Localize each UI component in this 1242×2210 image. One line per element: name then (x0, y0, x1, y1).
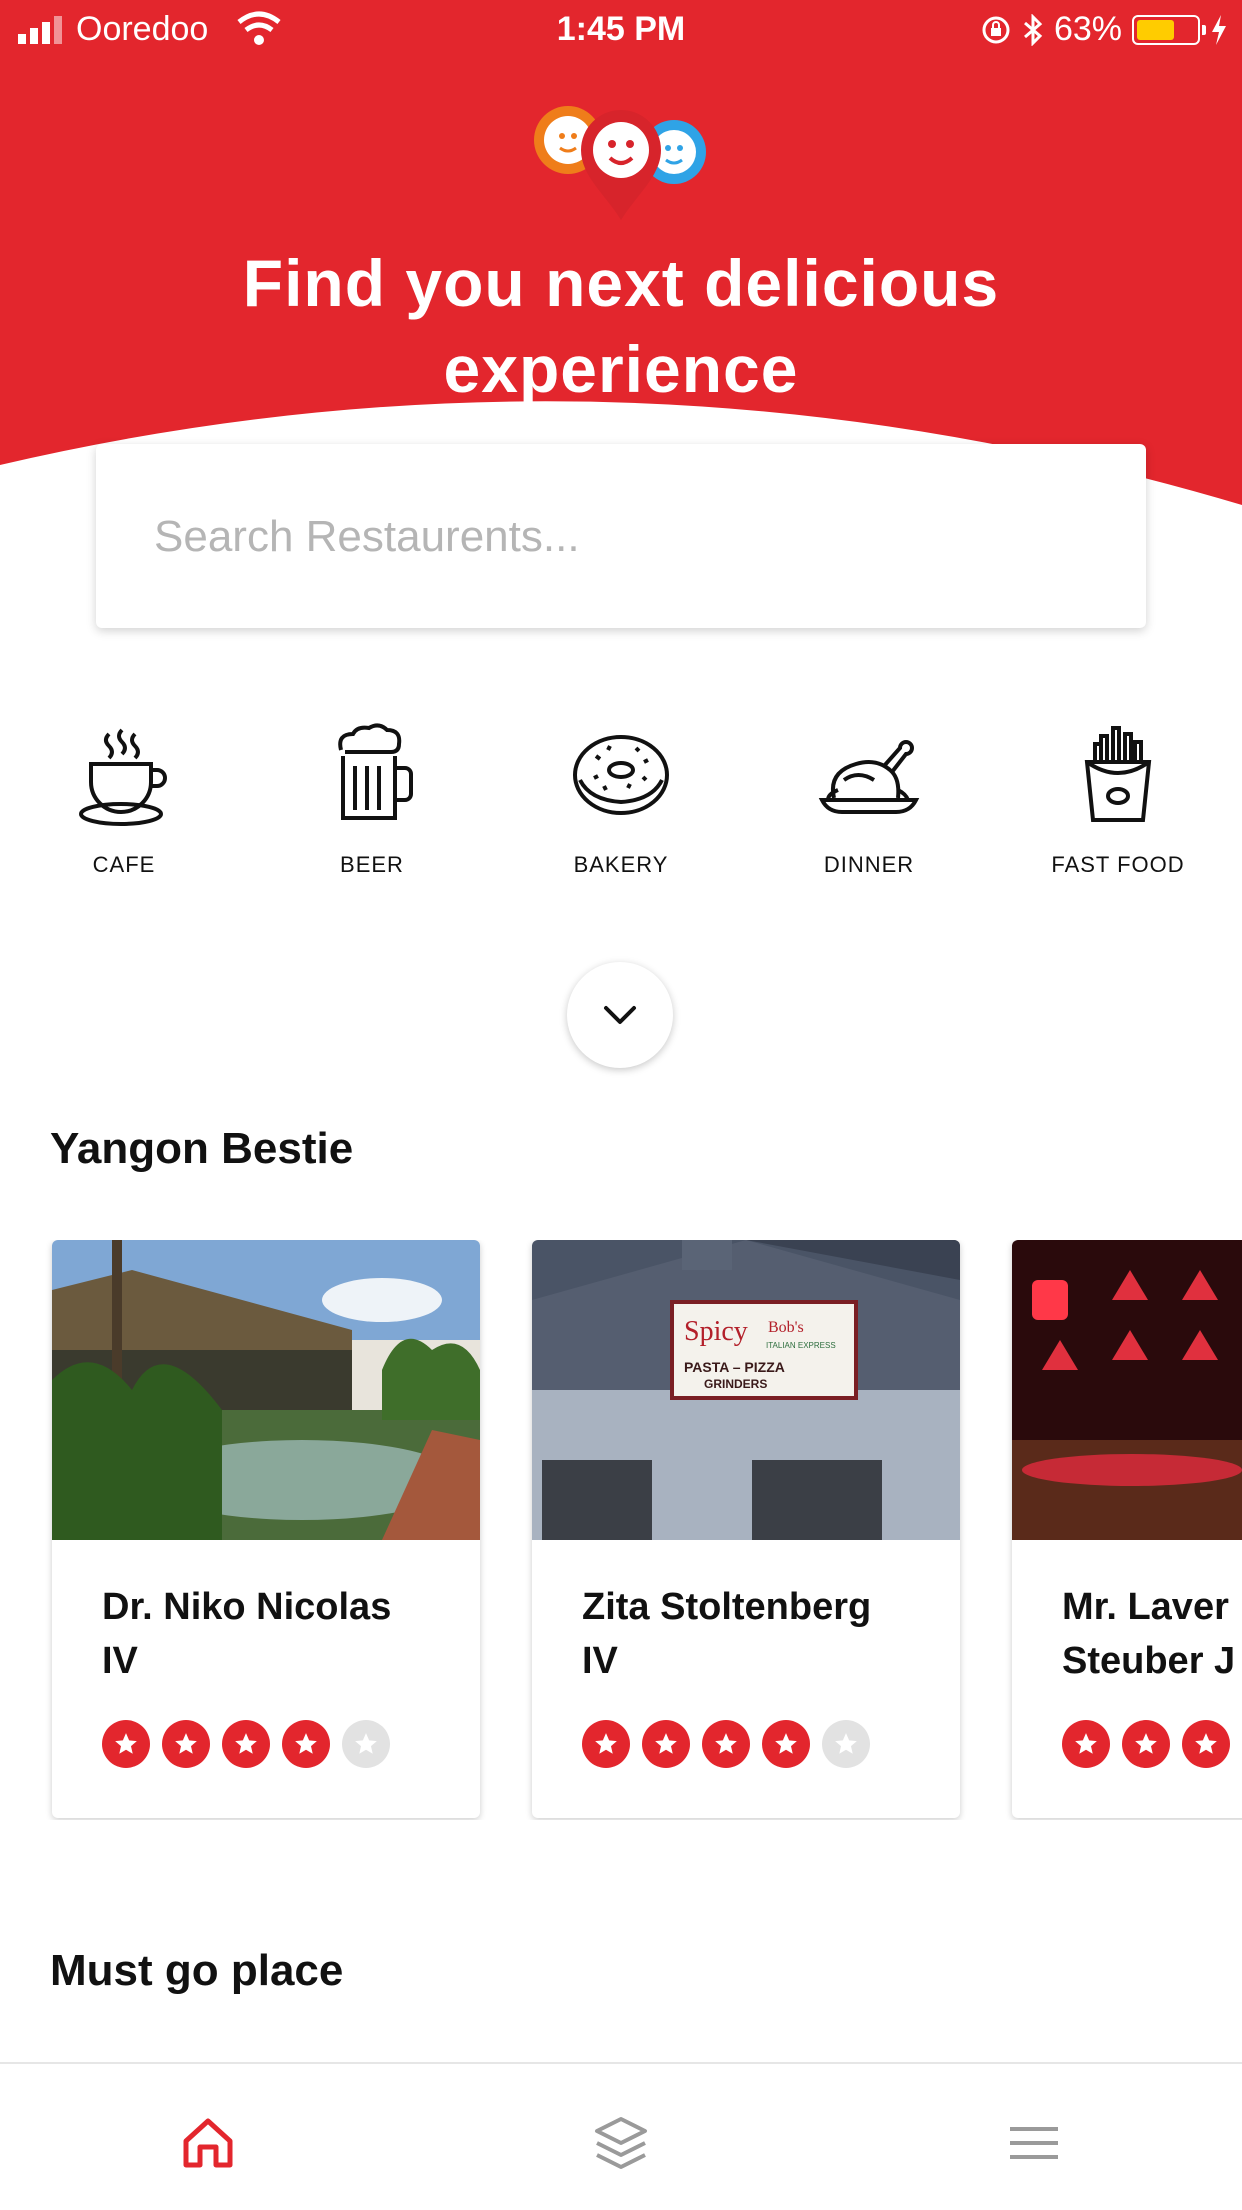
charging-icon (1212, 14, 1226, 45)
category-row: CAFE BEER BAKERY DINNER FAST FOOD (0, 720, 1242, 910)
section-title-yangon-bestie: Yangon Bestie (50, 1124, 354, 1173)
star-icon (162, 1720, 210, 1768)
restaurant-carousel[interactable]: Dr. Niko Nicolas IV Spicy Bob's ITALIAN … (0, 1240, 1242, 1820)
restaurant-card[interactable]: Mr. Laver Steuber J (1012, 1240, 1242, 1818)
sign-text: PASTA – PIZZA (684, 1359, 785, 1375)
rating-stars (1062, 1720, 1242, 1768)
star-icon (582, 1720, 630, 1768)
star-icon (762, 1720, 810, 1768)
beer-mug-icon (338, 723, 413, 820)
nav-menu[interactable] (994, 2108, 1074, 2178)
search-input[interactable] (152, 494, 1056, 580)
star-icon (822, 1720, 870, 1768)
sign-text: Bob's (768, 1319, 804, 1336)
category-label: FAST FOOD (1051, 852, 1185, 877)
category-dinner[interactable]: DINNER (759, 720, 979, 910)
restaurant-card[interactable]: Spicy Bob's ITALIAN EXPRESS PASTA – PIZZ… (532, 1240, 960, 1818)
expand-categories-button[interactable] (567, 962, 673, 1068)
category-cafe[interactable]: CAFE (14, 720, 234, 910)
star-icon (1122, 1720, 1170, 1768)
sign-text: Spicy (684, 1316, 748, 1347)
star-icon (1182, 1720, 1230, 1768)
category-label: BAKERY (573, 852, 669, 877)
rotation-lock-icon (982, 16, 1010, 43)
restaurant-photo (52, 1240, 480, 1540)
bluetooth-icon (1023, 13, 1043, 46)
restaurant-photo (1012, 1240, 1242, 1540)
sign-text: ITALIAN EXPRESS (766, 1341, 836, 1350)
restaurant-name: Mr. Laver Steuber J (1062, 1586, 1236, 1682)
nav-home[interactable] (168, 2108, 248, 2178)
layers-icon (595, 2117, 647, 2169)
star-icon (642, 1720, 690, 1768)
star-icon (1062, 1720, 1110, 1768)
star-icon (702, 1720, 750, 1768)
status-right: 63% (980, 10, 1228, 49)
hero-header: Find you next delicious experience (0, 0, 1242, 520)
category-label: DINNER (823, 852, 915, 877)
battery-percent: 63% (1053, 10, 1122, 48)
restaurant-name: Dr. Niko Nicolas IV (102, 1586, 392, 1682)
restaurant-name: Zita Stoltenberg IV (582, 1586, 872, 1682)
restaurant-photo: Spicy Bob's ITALIAN EXPRESS PASTA – PIZZ… (532, 1240, 960, 1540)
section-title-must-go-place: Must go place (50, 1946, 344, 1995)
star-icon (222, 1720, 270, 1768)
menu-icon (1010, 2127, 1058, 2159)
fries-icon (1084, 726, 1152, 822)
app-logo (534, 106, 706, 220)
nav-layers[interactable] (581, 2108, 661, 2178)
category-bakery[interactable]: BAKERY (511, 720, 731, 910)
search-card (96, 444, 1146, 628)
star-icon (102, 1720, 150, 1768)
coffee-cup-icon (79, 728, 167, 826)
battery-icon (1132, 14, 1206, 45)
roast-chicken-icon (818, 740, 920, 814)
restaurant-card[interactable]: Dr. Niko Nicolas IV (52, 1240, 480, 1818)
star-icon (342, 1720, 390, 1768)
category-label: CAFE (92, 852, 156, 877)
donut-icon (573, 735, 669, 815)
category-label: BEER (340, 852, 404, 877)
rating-stars (582, 1720, 870, 1768)
category-beer[interactable]: BEER (262, 720, 482, 910)
star-icon (282, 1720, 330, 1768)
chevron-down-icon (604, 1006, 636, 1024)
rating-stars (102, 1720, 390, 1768)
status-bar: Ooredoo 1:45 PM 63% (0, 0, 1242, 62)
sign-text: GRINDERS (704, 1377, 767, 1391)
home-icon (183, 2118, 233, 2168)
page-title: Find you next delicious experience (242, 246, 1000, 406)
battery-level (1137, 19, 1174, 40)
category-fast-food[interactable]: FAST FOOD (1008, 720, 1228, 910)
bottom-navigation (0, 2062, 1242, 2210)
